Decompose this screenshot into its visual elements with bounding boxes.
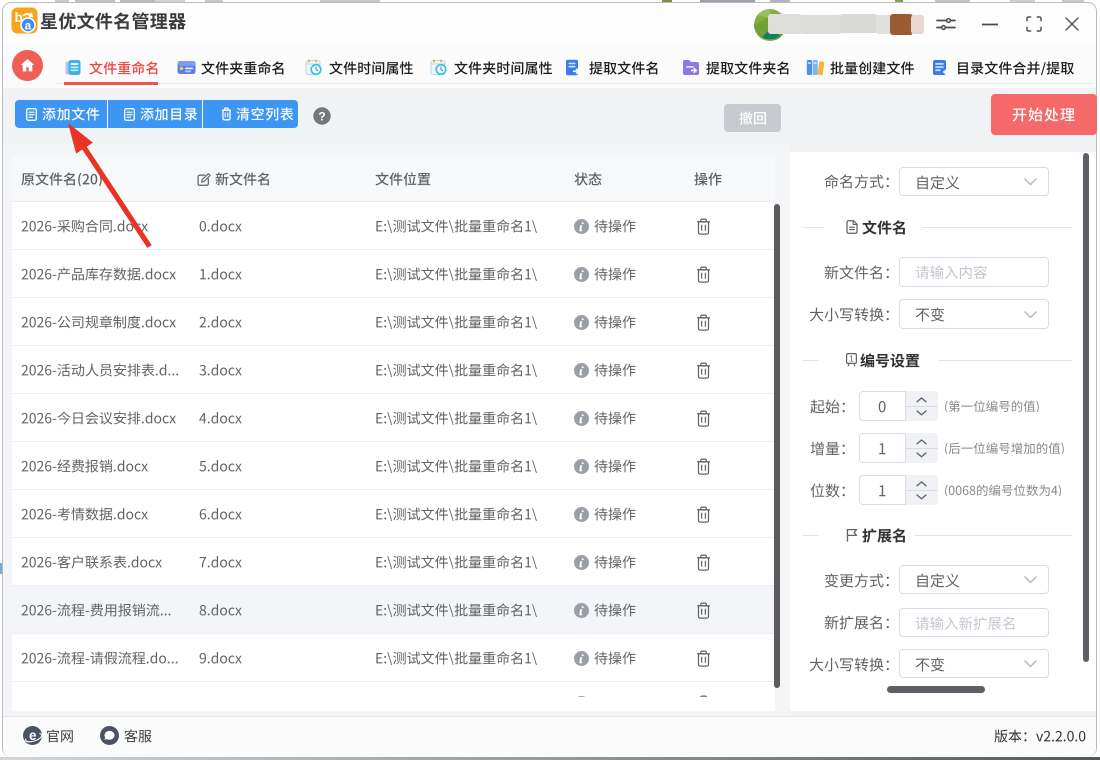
svg-text:a: a bbox=[25, 21, 32, 33]
svg-text:1: 1 bbox=[849, 355, 854, 364]
svg-text:?: ? bbox=[318, 110, 325, 124]
